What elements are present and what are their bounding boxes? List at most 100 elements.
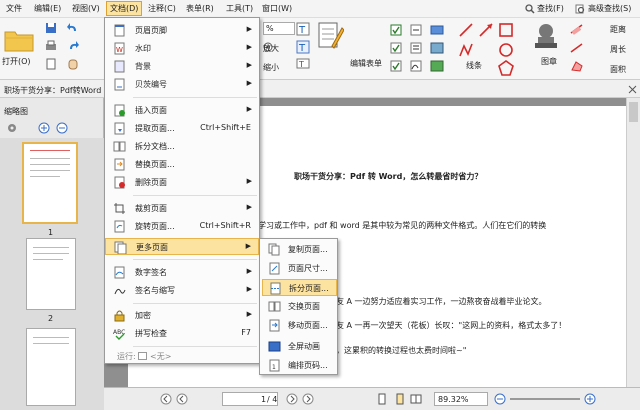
submenu-item-split-pages[interactable]: 拆分页面... [262,279,337,296]
open-folder-icon[interactable] [4,26,34,52]
hand-icon[interactable] [67,58,79,70]
facing-view-icon[interactable] [410,393,422,405]
submenu-item-page-numbering[interactable]: 1 编排页码... [262,357,337,374]
vertical-scrollbar[interactable] [626,98,640,387]
perimeter-icon[interactable] [570,42,584,54]
image-field-icon[interactable] [430,42,444,54]
continuous-view-icon[interactable] [394,393,406,405]
svg-text:T: T [298,43,306,54]
menu-item-background[interactable]: 背景 ▶ [105,58,259,75]
menu-item-extract-pages[interactable]: 提取页面... Ctrl+Shift+E [105,120,259,137]
submenu-item-page-size[interactable]: 页面尺寸... [262,260,337,277]
shrink-label[interactable]: 缩小 [263,62,279,73]
find-button[interactable]: 查找(F) [537,3,564,14]
barcode-field-icon[interactable] [430,60,444,72]
checkbox-field-icon[interactable] [390,24,402,36]
next-page-icon[interactable] [286,393,298,405]
scrollbar-thumb[interactable] [629,102,638,122]
status-zoom-out-icon[interactable] [494,393,506,405]
radio-field-icon[interactable] [390,42,402,54]
lines-label[interactable]: 线条 [466,60,482,71]
menu-item-spell-check[interactable]: ABC 拼写检查 F7 [105,325,259,342]
submenu-item-swap-pages[interactable]: 交换页面 [262,298,337,315]
first-page-icon[interactable] [160,393,172,405]
undo-icon[interactable] [67,22,79,34]
menu-window[interactable]: 窗口(W) [262,3,292,14]
menu-comment[interactable]: 注释(C) [148,3,176,14]
menu-item-digital-signature[interactable]: 数字签名 ▶ [105,264,259,281]
document-tab[interactable]: 职场干货分享：Pdf转Word [4,85,101,96]
close-tab-icon[interactable] [628,85,637,94]
edit-form-label[interactable]: 编辑表单 [350,58,382,69]
arrow-icon[interactable] [478,22,494,38]
menu-item-rotate-pages[interactable]: 旋转页面... Ctrl+Shift+R [105,218,259,235]
status-zoom-in-icon[interactable] [584,393,596,405]
stamp-label[interactable]: 图章 [541,56,557,67]
zoom-input[interactable]: 89.32% [434,392,488,406]
menu-item-bates[interactable]: 贝茨编号 ▶ [105,76,259,93]
thumbnail-page-1[interactable] [22,142,78,224]
rectangle-icon[interactable] [498,22,514,38]
menu-document[interactable]: 文档(D) [106,1,143,16]
menu-item-header-footer[interactable]: 页眉页脚 ▶ [105,22,259,39]
edit-form-icon[interactable] [318,22,345,54]
last-page-icon[interactable] [302,393,314,405]
submenu-item-fullscreen-animation[interactable]: 全屏动画 [262,338,337,355]
prev-page-icon[interactable] [176,393,188,405]
menu-item-watermark[interactable]: W 水印 ▶ [105,40,259,57]
oval-icon[interactable] [498,42,514,58]
submenu-item-duplicate-pages[interactable]: 复制页面... [262,241,337,258]
menu-item-replace-pages[interactable]: 替换页面... [105,156,259,173]
menu-edit[interactable]: 编辑(E) [34,3,61,14]
menu-item-split-document[interactable]: 拆分文档... [105,138,259,155]
thumbnail-page-2[interactable] [26,238,76,310]
menu-view[interactable]: 视图(V) [72,3,100,14]
svg-text:T: T [298,25,306,36]
area-label[interactable]: 面积 [610,64,626,75]
distance-icon[interactable] [570,23,584,35]
text-box-icon[interactable]: T [296,40,310,54]
typewriter-icon[interactable]: T [296,22,310,36]
save-icon[interactable] [45,22,57,34]
menu-item-delete-pages[interactable]: 删除页面 ▶ [105,174,259,191]
options-gear-icon[interactable] [6,122,18,134]
zoom-combo[interactable]: % [263,22,295,35]
combo-field-icon[interactable] [390,60,402,72]
list-field-icon[interactable] [410,42,422,54]
area-icon[interactable] [570,60,584,72]
menu-file[interactable]: 文件 [6,3,22,14]
thumbnail-zoom-out-icon[interactable] [56,122,68,134]
submenu-item-label: 编排页码... [288,361,328,370]
new-doc-icon[interactable] [45,58,57,70]
page-number-input[interactable]: 1 / 4 [222,392,278,406]
distance-label[interactable]: 距离 [610,24,626,35]
enlarge-label[interactable]: 放大 [263,43,279,54]
zoom-slider[interactable] [510,398,580,400]
perimeter-label[interactable]: 周长 [610,44,626,55]
line-icon[interactable] [458,22,474,38]
menu-item-encrypt[interactable]: 加密 ▶ [105,307,259,324]
menu-item-sign-initials[interactable]: 签名与缩写 ▶ [105,282,259,299]
menu-tools[interactable]: 工具(T) [226,3,253,14]
callout-icon[interactable]: T [296,58,310,72]
thumbnail-zoom-in-icon[interactable] [38,122,50,134]
redo-icon[interactable] [67,40,79,52]
menu-item-crop-pages[interactable]: 裁剪页面 ▶ [105,200,259,217]
print-icon[interactable] [45,40,57,52]
thumbnail-page-3[interactable] [26,328,76,406]
stamp-icon[interactable] [533,22,559,52]
menu-item-insert-pages[interactable]: 插入页面 ▶ [105,102,259,119]
submenu-item-label: 交换页面 [288,302,320,311]
single-page-view-icon[interactable] [376,393,388,405]
polyline-icon[interactable] [458,42,474,58]
text-field-icon[interactable] [410,24,422,36]
menu-item-label: 页眉页脚 [135,26,167,35]
submenu-item-move-pages[interactable]: 移动页面... [262,317,337,334]
menu-form[interactable]: 表单(R) [186,3,214,14]
advanced-find-button[interactable]: 高级查找(S) [588,3,631,14]
menu-item-more-pages[interactable]: 更多页面 ▶ [105,238,259,255]
polygon-icon[interactable] [498,60,514,76]
open-label[interactable]: 打开(O) [2,56,31,67]
button-field-icon[interactable] [430,24,444,36]
signature-field-icon[interactable] [410,60,422,72]
